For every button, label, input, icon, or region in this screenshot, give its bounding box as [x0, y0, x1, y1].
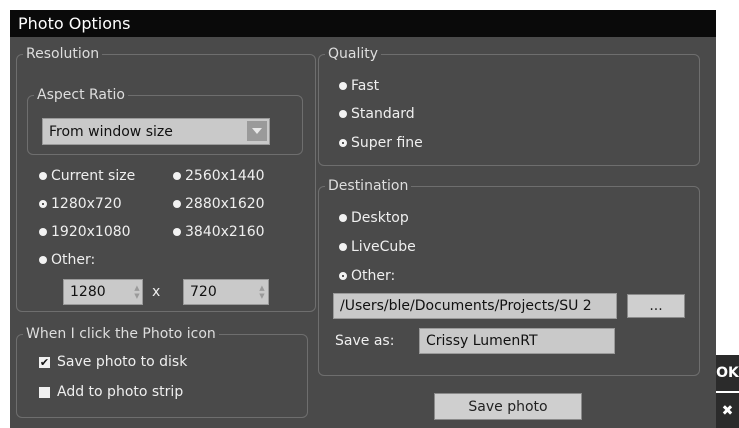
radio-indicator	[39, 228, 47, 236]
destination-legend: Destination	[325, 178, 412, 195]
save-as-label: Save as:	[335, 333, 395, 349]
radio-fast[interactable]: Fast	[339, 77, 379, 95]
radio-indicator	[173, 228, 181, 236]
radio-label: 1280x720	[51, 196, 122, 212]
radio-indicator	[173, 200, 181, 208]
radio-1920x1080[interactable]: 1920x1080	[39, 223, 131, 241]
radio-label: Fast	[351, 78, 380, 94]
save-photo-to-disk-checkbox[interactable]: ✔ Save photo to disk	[39, 353, 187, 371]
checkbox-label: Save photo to disk	[57, 354, 188, 370]
radio-label: 3840x2160	[185, 224, 265, 240]
radio-standard[interactable]: Standard	[339, 105, 415, 123]
checkbox-unchecked-icon	[39, 386, 50, 398]
save-photo-button[interactable]: Save photo	[434, 393, 582, 420]
radio-indicator	[39, 172, 47, 180]
radio-indicator	[339, 214, 347, 222]
aspect-ratio-group: Aspect Ratio From window size	[27, 87, 303, 155]
radio-label: 2880x1620	[185, 196, 265, 212]
destination-group: Destination Desktop LiveCube Other: /Use…	[318, 178, 700, 376]
radio-label: 1920x1080	[51, 224, 131, 240]
checkbox-label: Add to photo strip	[57, 384, 184, 400]
radio-current-size[interactable]: Current size	[39, 167, 135, 185]
ok-button[interactable]: OK	[716, 355, 739, 391]
radio-label: Current size	[51, 168, 136, 184]
stepper-down-icon: ▼	[134, 292, 140, 300]
radio-indicator	[339, 82, 347, 90]
quality-group: Quality Fast Standard Super fine	[318, 46, 700, 166]
stepper-down-icon: ▼	[259, 292, 265, 300]
quality-legend: Quality	[325, 46, 382, 63]
chevron-down-icon[interactable]	[247, 121, 267, 141]
radio-2560x1440[interactable]: 2560x1440	[173, 167, 265, 185]
radio-indicator	[339, 110, 347, 118]
checkbox-checked-icon: ✔	[39, 355, 50, 369]
width-input[interactable]: 1280	[63, 279, 143, 305]
close-icon: ✖	[721, 402, 734, 419]
resolution-group: Resolution Aspect Ratio From window size…	[16, 46, 316, 312]
aspect-ratio-value: From window size	[49, 124, 173, 140]
radio-label: Desktop	[351, 210, 409, 226]
aspect-ratio-select[interactable]: From window size	[42, 118, 270, 145]
radio-indicator	[173, 172, 181, 180]
radio-label: Other:	[51, 252, 96, 268]
radio-1280x720[interactable]: 1280x720	[39, 195, 122, 213]
radio-super-fine[interactable]: Super fine	[339, 134, 423, 152]
radio-label: Standard	[351, 106, 415, 122]
resolution-legend: Resolution	[23, 46, 103, 63]
save-as-input[interactable]: Crissy LumenRT	[419, 328, 615, 354]
aspect-ratio-legend: Aspect Ratio	[34, 87, 128, 104]
radio-label: Super fine	[351, 135, 423, 151]
stepper-up-icon: ▲	[259, 284, 265, 292]
radio-label: LiveCube	[351, 239, 416, 255]
photo-icon-legend: When I click the Photo icon	[23, 326, 219, 343]
stepper-up-icon: ▲	[134, 284, 140, 292]
width-stepper[interactable]: ▲ ▼	[132, 280, 142, 304]
radio-label: 2560x1440	[185, 168, 265, 184]
height-stepper[interactable]: ▲ ▼	[257, 280, 267, 304]
photo-options-dialog: Photo Options Resolution Aspect Ratio Fr…	[10, 10, 739, 428]
destination-path-input[interactable]: /Users/ble/Documents/Projects/SU 2	[333, 293, 617, 319]
radio-other-resolution[interactable]: Other:	[39, 251, 95, 269]
radio-livecube[interactable]: LiveCube	[339, 238, 416, 256]
radio-indicator	[39, 200, 47, 208]
radio-label: Other:	[351, 268, 396, 284]
radio-indicator	[39, 256, 47, 264]
radio-indicator	[339, 272, 347, 280]
radio-2880x1620[interactable]: 2880x1620	[173, 195, 265, 213]
radio-indicator	[339, 243, 347, 251]
radio-desktop[interactable]: Desktop	[339, 209, 409, 227]
dialog-title: Photo Options	[10, 10, 716, 37]
radio-indicator	[339, 139, 347, 147]
photo-icon-group: When I click the Photo icon ✔ Save photo…	[16, 326, 308, 418]
radio-other-destination[interactable]: Other:	[339, 267, 395, 285]
close-button[interactable]: ✖	[716, 393, 739, 428]
add-to-photo-strip-checkbox[interactable]: Add to photo strip	[39, 383, 183, 401]
radio-3840x2160[interactable]: 3840x2160	[173, 223, 265, 241]
times-label: x	[152, 284, 161, 300]
browse-button[interactable]: ...	[627, 294, 685, 318]
